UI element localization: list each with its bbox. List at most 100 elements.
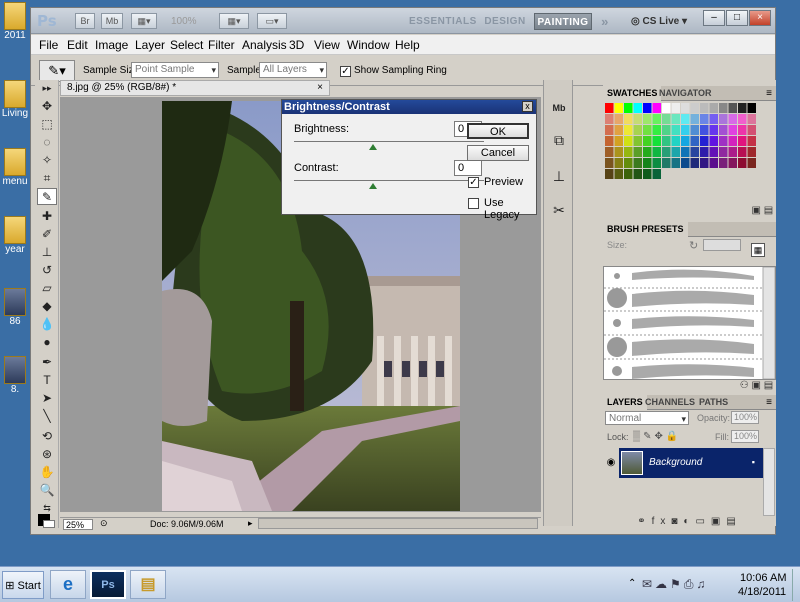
swatch-cell[interactable] xyxy=(728,158,738,168)
swatch-cell[interactable] xyxy=(709,114,719,124)
hand-tool-icon[interactable]: ✋ xyxy=(37,464,57,481)
background-color-swatch[interactable] xyxy=(43,520,55,528)
swatch-cell[interactable] xyxy=(719,103,728,113)
swatch-cell[interactable] xyxy=(633,169,643,179)
swatches-grid[interactable] xyxy=(603,102,776,198)
swatch-cell[interactable] xyxy=(728,114,738,124)
status-arrow-icon[interactable]: ▸ xyxy=(248,518,253,529)
swatch-cell[interactable] xyxy=(690,158,700,168)
swatch-cell[interactable] xyxy=(633,114,643,124)
horizontal-scrollbar[interactable] xyxy=(258,518,538,529)
brush-panel-toggle-icon[interactable]: ▦ xyxy=(751,243,765,257)
clock-time[interactable]: 10:06 AM xyxy=(740,572,786,584)
swatch-cell[interactable] xyxy=(652,158,662,168)
photoshop-taskbar-button[interactable]: Ps xyxy=(90,570,126,599)
swatch-cell[interactable] xyxy=(700,103,709,113)
zoom-level-menu[interactable]: 100% xyxy=(171,16,197,27)
tool-preset-picker[interactable]: ✎▾ xyxy=(39,60,75,82)
clock-date[interactable]: 4/18/2011 xyxy=(738,586,786,598)
brightness-slider-thumb[interactable] xyxy=(369,144,377,150)
swatch-cell[interactable] xyxy=(671,158,681,168)
swatch-cell[interactable] xyxy=(719,136,728,146)
swatch-cell[interactable] xyxy=(624,125,633,135)
swatch-cell[interactable] xyxy=(690,147,700,157)
swatch-cell[interactable] xyxy=(662,158,671,168)
swatch-cell[interactable] xyxy=(652,125,662,135)
menu-select[interactable]: Select xyxy=(170,38,203,52)
move-tool-icon[interactable]: ✥ xyxy=(37,98,57,115)
document-tab[interactable]: 8.jpg @ 25% (RGB/8#) * × xyxy=(60,80,330,96)
type-tool-icon[interactable]: T xyxy=(37,372,57,389)
swatch-cell[interactable] xyxy=(624,136,633,146)
swatch-cell[interactable] xyxy=(738,147,747,157)
swatch-cell[interactable] xyxy=(719,125,728,135)
swatch-cell[interactable] xyxy=(681,114,690,124)
minimize-button[interactable]: – xyxy=(703,10,725,26)
swatch-cell[interactable] xyxy=(690,114,700,124)
menu-3d[interactable]: 3D xyxy=(289,38,304,52)
paint-bucket-tool-icon[interactable]: ◆ xyxy=(37,298,57,315)
swatch-cell[interactable] xyxy=(728,125,738,135)
layer-mask-icon[interactable]: ◙ xyxy=(671,516,683,527)
swatch-cell[interactable] xyxy=(700,125,709,135)
swatch-cell[interactable] xyxy=(681,136,690,146)
swatch-cell[interactable] xyxy=(662,125,671,135)
brush-preset-list[interactable] xyxy=(603,266,776,380)
swatch-cell[interactable] xyxy=(690,103,700,113)
swatch-cell[interactable] xyxy=(681,158,690,168)
swatch-cell[interactable] xyxy=(614,147,624,157)
cs-live-menu[interactable]: ◎ CS Live ▾ xyxy=(631,16,687,27)
workspace-essentials[interactable]: ESSENTIALS xyxy=(409,13,476,30)
shape-tool-icon[interactable]: ╲ xyxy=(37,408,57,425)
desktop-icon-image[interactable]: 8. xyxy=(0,356,30,395)
swatch-cell[interactable] xyxy=(643,169,652,179)
swatch-cell[interactable] xyxy=(605,114,614,124)
contrast-input[interactable]: 0 xyxy=(454,160,482,176)
show-hidden-icons-button[interactable]: ⌃ xyxy=(628,578,636,589)
swatch-cell[interactable] xyxy=(747,136,757,146)
swatch-cell[interactable] xyxy=(728,136,738,146)
swatch-cell[interactable] xyxy=(700,147,709,157)
cancel-button[interactable]: Cancel xyxy=(467,145,529,161)
new-group-icon[interactable]: ▭ xyxy=(695,516,710,527)
swatch-cell[interactable] xyxy=(643,114,652,124)
clone-stamp-tool-icon[interactable]: ⊥ xyxy=(37,244,57,261)
crop-tool-icon[interactable]: ⌗ xyxy=(37,170,57,187)
desktop-icon-folder[interactable]: year xyxy=(0,216,30,255)
zoom-tool-icon[interactable]: 🔍 xyxy=(37,482,57,499)
swatch-cell[interactable] xyxy=(738,114,747,124)
layers-scrollbar[interactable] xyxy=(763,448,775,516)
pen-tool-icon[interactable]: ✒ xyxy=(37,354,57,371)
3d-rotate-tool-icon[interactable]: ⟲ xyxy=(37,428,57,445)
mini-bridge-panel-icon[interactable]: Mb xyxy=(549,98,569,118)
swatch-cell[interactable] xyxy=(643,125,652,135)
swatch-cell[interactable] xyxy=(662,103,671,113)
swatch-cell[interactable] xyxy=(643,136,652,146)
swatch-cell[interactable] xyxy=(652,147,662,157)
brush-options-icon[interactable]: ⚇ xyxy=(740,380,749,391)
swatch-cell[interactable] xyxy=(738,158,747,168)
link-layers-icon[interactable]: ⚭ xyxy=(637,516,651,527)
swatch-cell[interactable] xyxy=(624,169,633,179)
swatch-cell[interactable] xyxy=(624,158,633,168)
swatch-cell[interactable] xyxy=(605,136,614,146)
contrast-slider-track[interactable] xyxy=(294,180,484,181)
swatch-cell[interactable] xyxy=(709,136,719,146)
menu-image[interactable]: Image xyxy=(95,38,128,52)
swatch-cell[interactable] xyxy=(719,147,728,157)
swatch-cell[interactable] xyxy=(719,158,728,168)
swatch-cell[interactable] xyxy=(738,136,747,146)
mini-bridge-button[interactable]: Mb xyxy=(101,13,123,29)
menu-file[interactable]: File xyxy=(39,38,58,52)
layer-visibility-eye-icon[interactable]: ◉ xyxy=(603,448,619,478)
sample-select[interactable]: All Layers xyxy=(259,62,327,78)
swatch-cell[interactable] xyxy=(709,125,719,135)
internet-explorer-taskbar-icon[interactable]: e xyxy=(50,570,86,599)
swatch-cell[interactable] xyxy=(614,103,624,113)
desktop-icon-image[interactable]: 86 xyxy=(0,288,30,327)
swatch-cell[interactable] xyxy=(738,125,747,135)
swatch-cell[interactable] xyxy=(605,147,614,157)
swatch-cell[interactable] xyxy=(624,147,633,157)
dialog-close-button[interactable]: x xyxy=(522,101,533,112)
menu-layer[interactable]: Layer xyxy=(135,38,165,52)
